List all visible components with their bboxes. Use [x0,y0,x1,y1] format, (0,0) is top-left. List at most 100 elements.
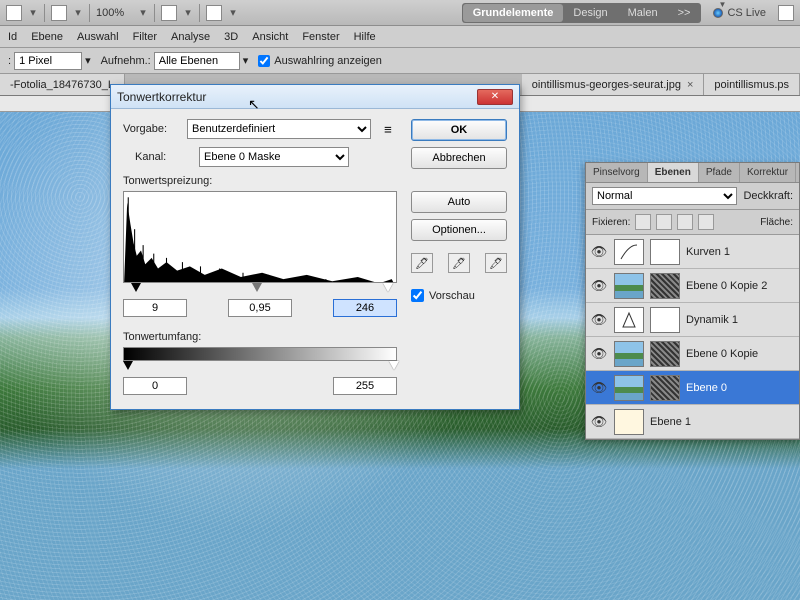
histogram [123,191,397,283]
menu-fenster[interactable]: Fenster [302,31,339,43]
menu-filter[interactable]: Filter [133,31,157,43]
document-tab-1-label: -Fotolia_18476730_L [10,79,114,91]
workspace-switcher[interactable]: Grundelemente Design Malen >> [462,3,702,23]
output-gradient [123,347,397,361]
arrange-chevron-icon[interactable]: ▾ [183,6,193,19]
white-point-slider[interactable] [383,283,393,292]
layer-row[interactable]: 👁 Kurven 1 [586,235,799,269]
visibility-icon[interactable]: 👁 [590,346,608,362]
cancel-button[interactable]: Abbrechen [411,147,507,169]
layer-name: Ebene 1 [650,416,691,428]
workspace-design[interactable]: Design [563,4,617,22]
menu-3d[interactable]: 3D [224,31,238,43]
black-eyedropper-icon[interactable]: 🖊 [411,253,433,273]
tab-brush-presets[interactable]: Pinselvorg [586,163,648,182]
layer-thumb-image [614,375,644,401]
lock-transparency-icon[interactable] [635,214,651,230]
visibility-icon[interactable]: 👁 [590,312,608,328]
workspace-malen[interactable]: Malen [618,4,668,22]
input-white-field[interactable] [333,299,397,317]
output-white-field[interactable] [333,377,397,395]
tab-adjustments[interactable]: Korrektur [740,163,796,182]
visibility-icon[interactable]: 👁 [590,380,608,396]
tolerance-chevron-icon[interactable]: ▾ [85,54,91,67]
menu-hilfe[interactable]: Hilfe [354,31,376,43]
output-levels-label: Tonwertumfang: [123,331,397,343]
dialog-title: Tonwertkorrektur [117,90,477,104]
arrange-documents-icon[interactable] [161,5,177,21]
layer-name: Kurven 1 [686,246,730,258]
lock-label: Fixieren: [592,217,630,228]
input-gamma-field[interactable] [228,299,292,317]
black-point-slider[interactable] [131,283,141,292]
midtone-slider[interactable] [252,283,262,292]
gray-eyedropper-icon[interactable]: 🖊 [448,253,470,273]
white-eyedropper-icon[interactable]: 🖊 [485,253,507,273]
layer-row[interactable]: 👁 Ebene 0 [586,371,799,405]
collapse-panels-icon[interactable] [778,5,794,21]
layer-row[interactable]: 👁 Ebene 0 Kopie [586,337,799,371]
screen-mode-chevron-icon[interactable]: ▾ [228,6,238,19]
menu-ebene[interactable]: Ebene [31,31,63,43]
output-black-field[interactable] [123,377,187,395]
screen-mode-icon[interactable] [206,5,222,21]
menu-ansicht[interactable]: Ansicht [252,31,288,43]
layer-thumb-image [614,273,644,299]
document-tab-1[interactable]: -Fotolia_18476730_L [0,74,125,95]
preview-checkbox[interactable] [411,289,424,302]
input-sliders[interactable] [123,283,397,297]
workspace-more[interactable]: >> [668,4,701,22]
document-tab-2[interactable]: ointillismus-georges-seurat.jpg × [522,74,705,95]
zoom-chevron-icon[interactable]: ▾ [138,6,148,19]
visibility-icon[interactable]: 👁 [590,414,608,430]
launch-bridge-icon[interactable] [51,5,67,21]
layer-mask-thumb [650,307,680,333]
show-ring-checkbox[interactable] [258,55,270,67]
menu-analyse[interactable]: Analyse [171,31,210,43]
visibility-icon[interactable]: 👁 [590,278,608,294]
tolerance-input[interactable] [14,52,82,70]
ok-button[interactable]: OK [411,119,507,141]
document-tab-2-label: ointillismus-georges-seurat.jpg [532,79,681,91]
dialog-titlebar[interactable]: Tonwertkorrektur ✕ [111,85,519,109]
blend-mode-dropdown[interactable]: Normal [592,187,737,205]
tab-paths[interactable]: Pfade [699,163,740,182]
output-sliders[interactable] [123,361,397,375]
layer-row[interactable]: 👁 Ebene 0 Kopie 2 [586,269,799,303]
visibility-icon[interactable]: 👁 [590,244,608,260]
close-button[interactable]: ✕ [477,89,513,105]
options-button[interactable]: Optionen... [411,219,507,241]
lock-all-icon[interactable] [698,214,714,230]
tab-layers[interactable]: Ebenen [648,163,699,182]
lock-position-icon[interactable] [677,214,693,230]
preset-dropdown[interactable]: Benutzerdefiniert [187,119,371,139]
channel-dropdown[interactable]: Ebene 0 Maske [199,147,349,167]
menu-id[interactable]: Id [8,31,17,43]
channel-label: Kanal: [135,151,191,163]
layer-name: Ebene 0 Kopie [686,348,758,360]
cs-live-button[interactable]: CS Live ▼ [707,7,772,19]
document-tab-3[interactable]: pointillismus.ps [704,74,800,95]
menu-auswahl[interactable]: Auswahl [77,31,119,43]
sample-dropdown[interactable] [154,52,240,70]
layer-row[interactable]: 👁 Dynamik 1 [586,303,799,337]
lock-pixels-icon[interactable] [656,214,672,230]
workspace-grundelemente[interactable]: Grundelemente [463,4,564,22]
layer-mask-thumb [650,273,680,299]
output-white-slider[interactable] [389,361,399,370]
launch-bridge-chevron-icon[interactable]: ▾ [73,6,83,19]
application-bar: ▾ ▾ 100% ▾ ▾ ▾ Grundelemente Design Male… [0,0,800,26]
layer-thumb-vibrance [614,307,644,333]
tab-clone[interactable]: Kopi [796,163,800,182]
input-black-field[interactable] [123,299,187,317]
sample-chevron-icon[interactable]: ▾ [243,54,249,67]
preset-menu-icon[interactable]: ≡ [379,120,397,138]
zoom-level[interactable]: 100% [96,7,132,19]
output-black-slider[interactable] [123,361,133,370]
layer-row[interactable]: 👁 Ebene 1 [586,405,799,439]
auto-button[interactable]: Auto [411,191,507,213]
opacity-label: Deckkraft: [743,190,793,202]
close-icon[interactable]: × [687,79,693,91]
document-tab-3-label: pointillismus.ps [714,79,789,91]
app-menu-chevron-icon[interactable]: ▾ [28,6,38,19]
